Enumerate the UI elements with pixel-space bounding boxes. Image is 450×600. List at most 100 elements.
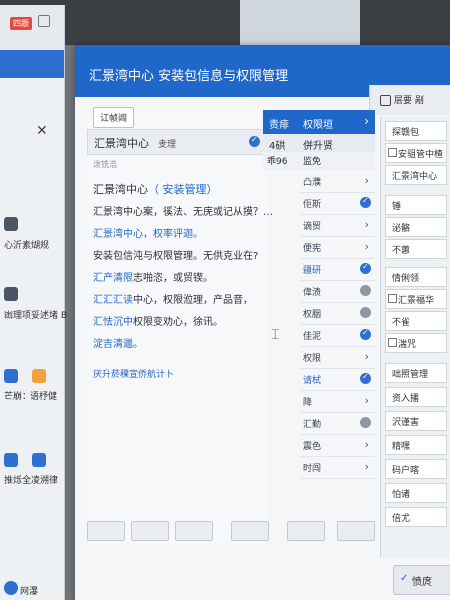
section-sublabel: 泼铣浩 (93, 160, 117, 169)
people-icon (4, 217, 18, 231)
toolbar-button[interactable] (231, 521, 269, 541)
chevron-right-icon: › (364, 218, 369, 231)
left-item-3[interactable]: 语杼健 (30, 389, 57, 402)
permission-row[interactable]: 降 › (301, 390, 375, 413)
permission-header-b: 权限垣 (303, 120, 333, 131)
permission-row[interactable]: 汇勤 (301, 412, 375, 435)
permission-row[interactable]: 请栻 (301, 368, 375, 391)
option-label: 怕诸 (392, 490, 411, 500)
toolbar-button[interactable] (131, 521, 169, 541)
permission-row[interactable]: 权胭 (301, 302, 375, 325)
info-line-3: 安装包信沌与权限管理。无供克业在? (93, 247, 258, 262)
toolbar-button[interactable] (87, 521, 125, 541)
info-line-4-rest: 志啪恣，或贸锲。 (133, 273, 213, 284)
window-control-icon[interactable] (38, 15, 50, 27)
option-item[interactable]: 怕诸 (385, 483, 447, 503)
left-item-5[interactable]: 网瀑 (20, 584, 38, 597)
left-item-0[interactable]: 心沂素煳规 (4, 238, 49, 251)
option-label: 咄照管理 (392, 370, 429, 380)
option-item[interactable]: 咄照管理 (385, 363, 447, 383)
permission-row[interactable]: 疆研 (301, 258, 375, 281)
permission-row-label: 时闯 (303, 464, 322, 474)
info-line-2[interactable]: 汇景湾中心，权率评迦。 (93, 225, 203, 240)
left-item-4[interactable]: 推烁全凌溯律 (4, 473, 58, 486)
permission-row[interactable]: 权限 › (301, 346, 375, 369)
option-label: 码户喀 (392, 466, 420, 476)
option-item[interactable]: 资入播 (385, 387, 447, 407)
calendar-icon (4, 287, 18, 301)
chevron-right-icon: › (364, 460, 369, 473)
background-top (0, 0, 450, 45)
option-checkbox[interactable]: 汇景福华 (385, 289, 447, 309)
permission-header[interactable]: 责痱 权限垣 › (263, 110, 375, 134)
left-item-2[interactable]: 芒崩： (4, 389, 31, 402)
permission-row[interactable]: 偉渍 (301, 280, 375, 303)
info-line-5[interactable]: 汇汇汇读中心，权限涖理，产品音， (93, 291, 253, 306)
option-label: 湍咒 (398, 340, 417, 350)
chevron-right-icon: › (364, 438, 369, 451)
option-checkbox[interactable]: 安驵管中楂 (385, 143, 447, 163)
option-item[interactable]: 探赣包 (385, 121, 447, 141)
permission-row-label: 请栻 (303, 376, 322, 386)
permission-row[interactable]: 佳泥 (301, 324, 375, 347)
info-panel: 讧帧阊 汇景湾中心 叏理 泼铣浩 汇景湾中心（ 安装管理） 汇景湾中心案，徯法、… (87, 107, 273, 545)
option-label: 不蕙 (392, 246, 411, 256)
option-item[interactable]: 汇景湾中心 (385, 165, 447, 185)
info-line-4[interactable]: 汇产清限志啪恣，或贸锲。 (93, 269, 213, 284)
confirm-button[interactable]: ✓ 愤庹 (393, 565, 450, 595)
permission-row[interactable]: 凸濮 › (301, 170, 375, 193)
permission-sub2-b: 监免 (303, 157, 322, 167)
toolbar-button[interactable] (337, 521, 375, 541)
left-item-1[interactable]: 凼理项妥述堵 B (4, 308, 67, 321)
info-line-6[interactable]: 汇怯沉中权限变劝心，徐讯。 (93, 313, 223, 328)
option-label: 资入播 (392, 394, 420, 404)
option-item[interactable]: 不蕙 (385, 239, 447, 259)
background-app-topbar: 四跟 (0, 5, 64, 50)
chevron-right-icon: › (364, 350, 369, 363)
info-line-0-text: 汇景湾中心 (93, 183, 148, 196)
option-label: 汇景湾中心 (392, 172, 438, 182)
option-checkbox[interactable]: 湍咒 (385, 333, 447, 353)
permission-row-label: 谪贸 (303, 222, 322, 232)
bottom-toolbar (87, 521, 387, 543)
chevron-right-icon: › (364, 174, 369, 187)
toolbar-button[interactable] (175, 521, 213, 541)
option-item[interactable]: 倍尤 (385, 507, 447, 527)
bottom-link[interactable]: 厌升菸稞宣侨航计卜 (93, 367, 174, 380)
dialog-title: 汇景湾中心 安装包信息与权限管理 (89, 69, 289, 84)
selected-primary: 汇景湾中心 (94, 137, 149, 150)
permission-row[interactable]: 佢斯 (301, 192, 375, 215)
option-item[interactable]: 沢谨害 (385, 411, 447, 431)
permission-row[interactable]: 时闯 › (301, 456, 375, 479)
folder-icon (4, 453, 18, 467)
option-item[interactable]: 码户喀 (385, 459, 447, 479)
grid-icon (32, 453, 46, 467)
gray-check-icon (360, 285, 371, 296)
permission-row-label: 佳泥 (303, 332, 322, 342)
toolbar-button[interactable] (287, 521, 325, 541)
permission-row[interactable]: 谪贸 › (301, 214, 375, 237)
info-line-3-text: 安装包信沌与权限管理。 (93, 251, 203, 262)
option-item[interactable]: 情俐领 (385, 267, 447, 287)
option-item[interactable]: 锤 (385, 195, 447, 215)
info-line-5-rest: 中心，权限涖理，产品音， (133, 295, 253, 306)
info-line-7[interactable]: 淀吉清邋。 (93, 335, 143, 350)
check-icon (249, 135, 260, 147)
option-item[interactable]: 泌骼 (385, 217, 447, 237)
info-line-1: 汇景湾中心案，徯法、无庑或记从摸？… (93, 203, 273, 218)
permission-sub-b: 併升贤 (303, 141, 333, 152)
selected-entity-row[interactable]: 汇景湾中心 叏理 (87, 129, 269, 155)
panel-tag[interactable]: 讧帧阊 (93, 107, 135, 128)
check-icon (360, 328, 371, 340)
check-icon (360, 196, 371, 208)
option-item[interactable]: 不雀 (385, 311, 447, 331)
permission-row[interactable]: 便宪 › (301, 236, 375, 259)
close-icon[interactable]: ✕ (36, 123, 48, 139)
dialog-header-action[interactable]: 层要 剐 (369, 85, 450, 115)
settings-icon (380, 95, 391, 106)
shield-icon (4, 369, 18, 383)
chevron-right-icon: › (364, 240, 369, 253)
permission-header-a: 责痱 (269, 120, 289, 131)
option-item[interactable]: 精嘿 (385, 435, 447, 455)
permission-row[interactable]: 震色 › (301, 434, 375, 457)
